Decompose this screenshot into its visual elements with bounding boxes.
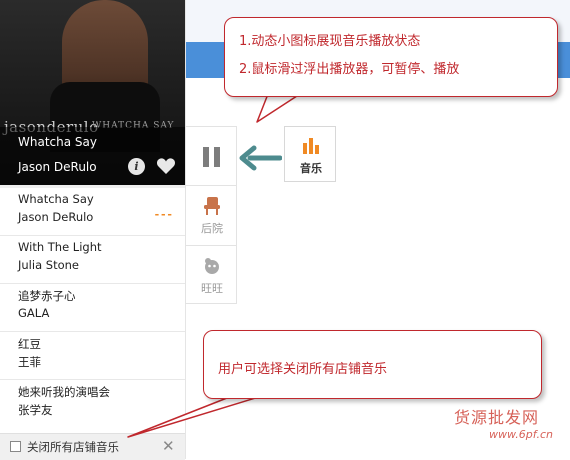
now-playing-artist: Jason DeRulo — [18, 160, 97, 174]
now-playing-title: Whatcha Say — [18, 135, 97, 149]
track-artist: 王菲 — [18, 355, 41, 369]
close-icon[interactable]: ✕ — [162, 437, 175, 455]
close-all-music-label[interactable]: 关闭所有店铺音乐 — [27, 439, 119, 455]
callout-close-music: 用户可选择关闭所有店铺音乐 — [203, 330, 542, 399]
track-artist: GALA — [18, 306, 50, 320]
wangwang-icon — [205, 258, 219, 274]
side-toolbar: 后院 旺旺 — [185, 126, 237, 304]
callout-line: 用户可选择关闭所有店铺音乐 — [218, 362, 388, 377]
side-item-backyard[interactable]: 后院 — [185, 186, 237, 246]
close-all-music-checkbox[interactable] — [10, 441, 21, 452]
callout-play-status: 1.动态小图标展现音乐播放状态 2.鼠标滑过浮出播放器，可暂停、播放 — [224, 17, 558, 97]
track-artist: Jason DeRulo — [18, 210, 94, 224]
callout-line: 1.动态小图标展现音乐播放状态 — [239, 34, 421, 49]
heart-icon[interactable] — [156, 157, 176, 175]
playlist-item[interactable]: 她来听我的演唱会 张学友 — [0, 380, 185, 428]
track-title: 她来听我的演唱会 — [18, 385, 110, 399]
music-button[interactable]: 音乐 — [284, 126, 336, 182]
watermark-text: 货源批发网 — [454, 408, 540, 427]
track-title: 追梦赤子心 — [18, 289, 76, 303]
playlist: Whatcha Say Jason DeRulo - - - With The … — [0, 188, 185, 428]
track-artist: Julia Stone — [18, 258, 79, 272]
side-item-label: 后院 — [201, 222, 223, 235]
side-item-label: 旺旺 — [201, 282, 223, 295]
music-bars-icon — [303, 138, 319, 154]
pause-icon — [203, 147, 220, 167]
pointer-arrow-icon — [239, 145, 282, 171]
side-item-wangwang[interactable]: 旺旺 — [185, 246, 237, 304]
equalizer-playing-icon: - - - — [154, 208, 172, 221]
music-button-label: 音乐 — [300, 162, 322, 175]
playlist-item[interactable]: Whatcha Say Jason DeRulo - - - — [0, 188, 185, 236]
track-title: With The Light — [18, 240, 102, 254]
playlist-item[interactable]: 追梦赤子心 GALA — [0, 284, 185, 332]
player-footer: 关闭所有店铺音乐 ✕ — [0, 433, 185, 460]
callout-line: 2.鼠标滑过浮出播放器，可暂停、播放 — [239, 62, 460, 77]
playlist-item[interactable]: With The Light Julia Stone — [0, 236, 185, 284]
track-artist: 张学友 — [18, 403, 53, 417]
watermark-url: www.6pf.cn — [489, 428, 553, 441]
info-icon[interactable]: i — [128, 158, 145, 175]
track-title: Whatcha Say — [18, 192, 94, 206]
chair-icon — [204, 197, 220, 215]
playlist-item[interactable]: 红豆 王菲 — [0, 332, 185, 380]
track-title: 红豆 — [18, 337, 41, 351]
pause-button[interactable] — [185, 126, 237, 186]
music-player-panel: jasonderulo WHATCHA SAY Whatcha Say Jaso… — [0, 0, 186, 460]
album-cover: jasonderulo WHATCHA SAY Whatcha Say Jaso… — [0, 0, 185, 185]
